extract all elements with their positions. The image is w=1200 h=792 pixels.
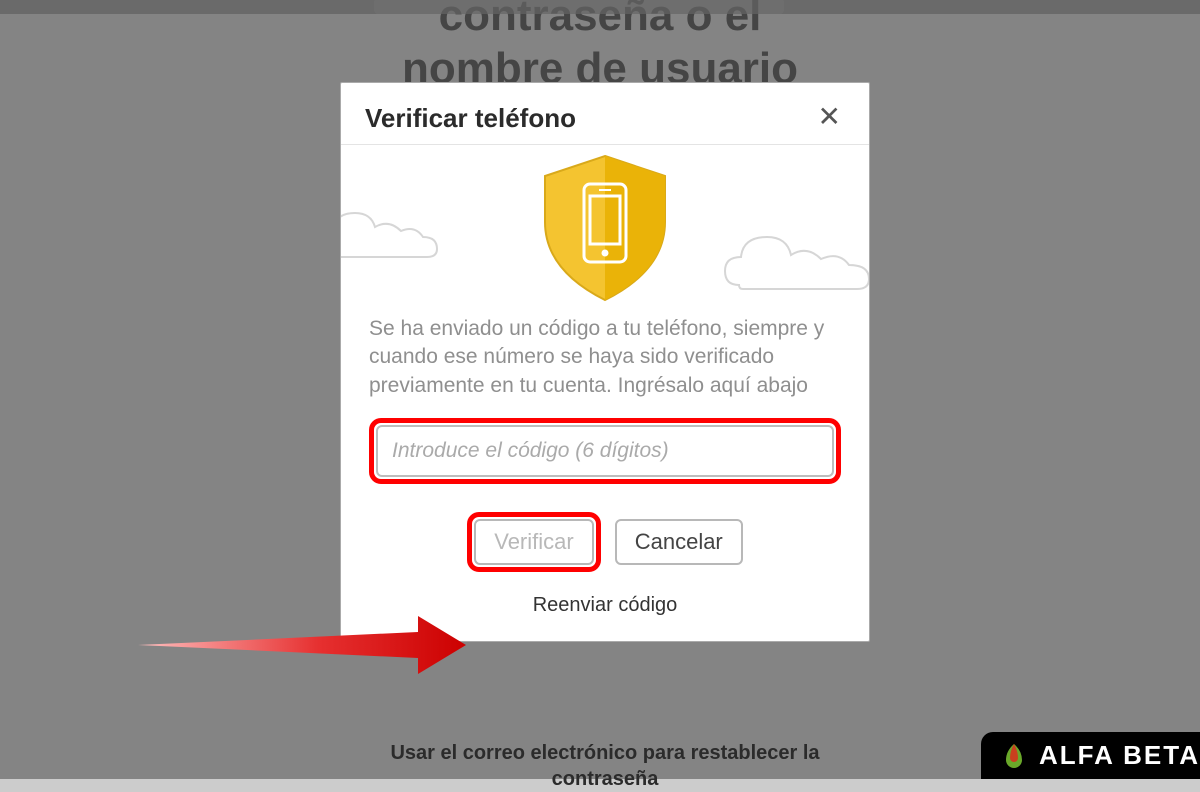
modal-title: Verificar teléfono	[365, 103, 576, 134]
cancel-button[interactable]: Cancelar	[615, 519, 743, 565]
code-input[interactable]	[376, 425, 834, 477]
modal-body: Se ha enviado un código a tu teléfono, s…	[341, 315, 869, 641]
watermark-logo-icon	[999, 741, 1029, 771]
button-row: Verificar Cancelar	[369, 512, 841, 572]
instructions-text: Se ha enviado un código a tu teléfono, s…	[369, 315, 841, 400]
watermark: ALFA BETA	[981, 732, 1200, 779]
watermark-text: ALFA BETA	[1039, 740, 1200, 771]
input-highlight-annotation	[369, 418, 841, 484]
verify-button[interactable]: Verificar	[474, 519, 593, 565]
verify-highlight-annotation: Verificar	[467, 512, 600, 572]
close-button[interactable]: ✕	[814, 103, 845, 131]
close-icon: ✕	[818, 101, 841, 132]
shield-phone-icon	[530, 148, 680, 313]
use-email-link[interactable]: Usar el correo electrónico para restable…	[340, 740, 870, 792]
modal-header: Verificar teléfono ✕	[341, 83, 869, 145]
cloud-right-icon	[719, 215, 869, 305]
verify-phone-modal: Verificar teléfono ✕ Se ha enviado un có…	[340, 82, 870, 642]
modal-illustration	[341, 145, 869, 315]
cloud-left-icon	[341, 193, 461, 273]
arrow-annotation-icon	[138, 610, 468, 680]
